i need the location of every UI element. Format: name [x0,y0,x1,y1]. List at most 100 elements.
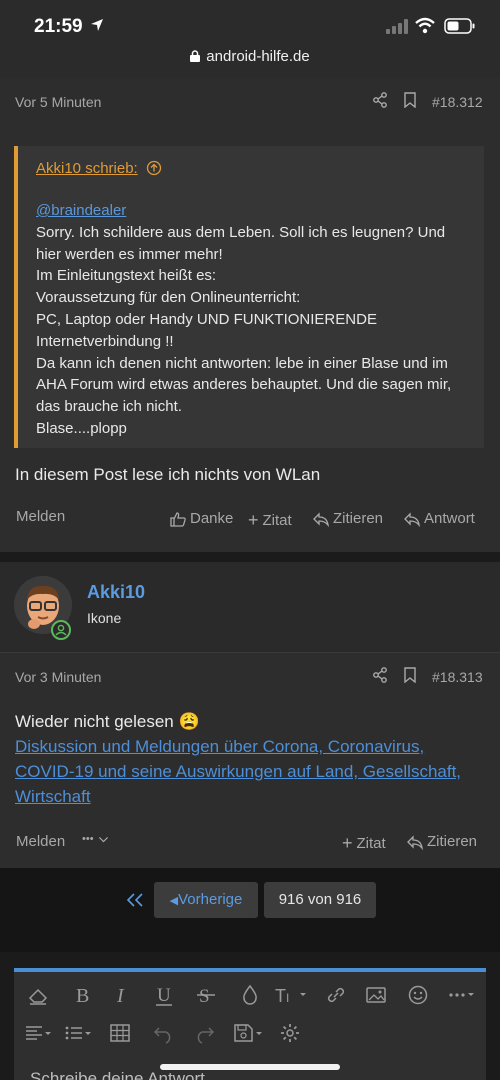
undo-icon [153,1027,171,1044]
previous-page-button[interactable]: ◀Vorherige [154,882,258,918]
first-page-icon[interactable] [125,892,145,908]
location-icon [91,19,103,31]
report-button[interactable]: Melden [16,508,65,525]
url-text: android-hilfe.de [206,48,310,65]
quote-label: Zitat [262,512,292,529]
align-button[interactable] [24,1022,56,1044]
quote-label: Zitat [356,835,386,852]
font-size-button[interactable]: TI [274,984,310,1006]
table-button[interactable] [108,1022,132,1044]
battery-icon [444,18,475,34]
cite-label: Zitieren [427,833,478,850]
arrow-up-circle-icon[interactable] [146,160,162,176]
post-number[interactable]: #18.313 [432,669,483,685]
home-indicator[interactable] [160,1064,340,1070]
underline-button[interactable]: U [152,984,176,1006]
quote-line: Im Einleitungstext heißt es: [36,267,217,285]
previous-label: Vorherige [178,891,243,908]
status-bar: 21:59 android-hilfe.de [0,0,500,78]
quote-author-link[interactable]: Akki10 schrieb: [36,160,138,177]
quote-line: das brauche ich nicht. [36,398,182,416]
image-icon [366,987,386,1003]
quote-button[interactable]: + Zitat [342,833,386,854]
bold-button[interactable]: B [70,984,94,1007]
bookmark-icon[interactable] [402,667,418,683]
svg-text:I: I [116,985,125,1006]
post-number[interactable]: #18.312 [432,94,483,110]
report-label: Melden [16,833,66,850]
settings-button[interactable] [278,1022,302,1044]
share-icon[interactable] [372,92,388,108]
post-time[interactable]: Vor 3 Minuten [15,669,101,685]
cite-button[interactable]: Zitieren [407,833,477,850]
more-tools-button[interactable] [446,984,478,1006]
chevron-down-icon [98,836,108,842]
clear-format-button[interactable] [26,984,50,1006]
wifi-icon [415,17,435,34]
quote-line: Da kann ich denen nicht antworten: lebe … [36,354,448,372]
bookmark-icon[interactable] [402,92,418,108]
page-indicator[interactable]: 916 von 916 [264,882,376,918]
user-block: Akki10 Ikone [0,562,500,652]
mention-link[interactable]: @braindealer [36,200,476,222]
post-body: In diesem Post lese ich nichts von WLan [15,465,321,484]
quote-line: Voraussetzung für den Onlineunterricht: [36,289,301,307]
cite-button[interactable]: Zitieren [313,510,383,527]
reply-input[interactable]: Schreibe deine Antwort [30,1069,205,1080]
reply-arrow-icon [313,511,329,527]
color-button[interactable] [238,984,262,1006]
svg-text:B: B [76,985,89,1006]
strikethrough-button[interactable]: S [194,984,218,1007]
table-icon [110,1024,130,1042]
thread-link[interactable]: Diskussion und Meldungen über Corona, Co… [15,734,485,809]
post-18313: Vor 3 Minuten #18.313 Wieder nicht geles… [0,652,500,868]
reply-label: Antwort [424,510,475,527]
quote-line: Internetverbindung !! [36,332,174,350]
eraser-icon [28,988,48,1005]
quote-line: AHA Forum wird etwas anderes behauptet. … [36,376,452,394]
italic-button[interactable]: I [110,984,134,1007]
reply-arrow-icon [407,834,423,850]
clock: 21:59 [34,16,83,37]
report-button[interactable]: Melden [16,833,65,850]
list-button[interactable] [64,1022,96,1044]
text-size-icon: TI [275,986,306,1006]
quote-line: PC, Laptop oder Handy UND FUNKTIONIEREND… [36,310,377,328]
list-icon [65,1026,91,1040]
save-draft-button[interactable] [232,1022,268,1044]
floppy-disk-icon [234,1024,262,1042]
more-dots-icon [449,993,474,997]
like-button[interactable]: Danke [170,510,233,527]
emoji-button[interactable] [406,984,430,1006]
like-label: Danke [190,510,234,527]
thumbs-up-icon [170,511,186,527]
image-button[interactable] [364,984,388,1006]
username-link[interactable]: Akki10 [87,582,145,603]
link-button[interactable] [324,984,348,1006]
link-line: Diskussion und Meldungen über Corona, Co… [15,737,425,756]
cite-label: Zitieren [333,510,384,527]
more-options-button[interactable]: ••• [82,833,109,845]
strikethrough-icon: S [197,986,215,1007]
quote-line: Sorry. Ich schildere aus dem Leben. Soll… [36,223,446,241]
address-bar[interactable]: android-hilfe.de [0,48,500,65]
reply-button[interactable]: Antwort [404,510,475,527]
droplet-icon [243,984,257,1005]
online-status-icon [51,620,71,640]
underline-icon: U [156,985,172,1006]
redo-icon [197,1027,215,1044]
bold-icon: B [76,985,89,1007]
link-line: Wirtschaft [15,787,91,806]
post-text: Wieder nicht gelesen [15,712,174,731]
undo-button[interactable] [152,1022,176,1044]
post-time[interactable]: Vor 5 Minuten [15,94,101,110]
quote-block: Akki10 schrieb: @braindealer Sorry. Ich … [14,146,484,448]
chevron-left-icon: ◀ [169,895,179,907]
svg-text:I: I [286,991,289,1005]
quote-line: Blase....plopp [36,419,127,437]
quote-button[interactable]: + Zitat [248,510,292,531]
align-left-icon [26,1026,51,1040]
italic-icon: I [116,985,125,1007]
redo-button[interactable] [192,1022,216,1044]
share-icon[interactable] [372,667,388,683]
